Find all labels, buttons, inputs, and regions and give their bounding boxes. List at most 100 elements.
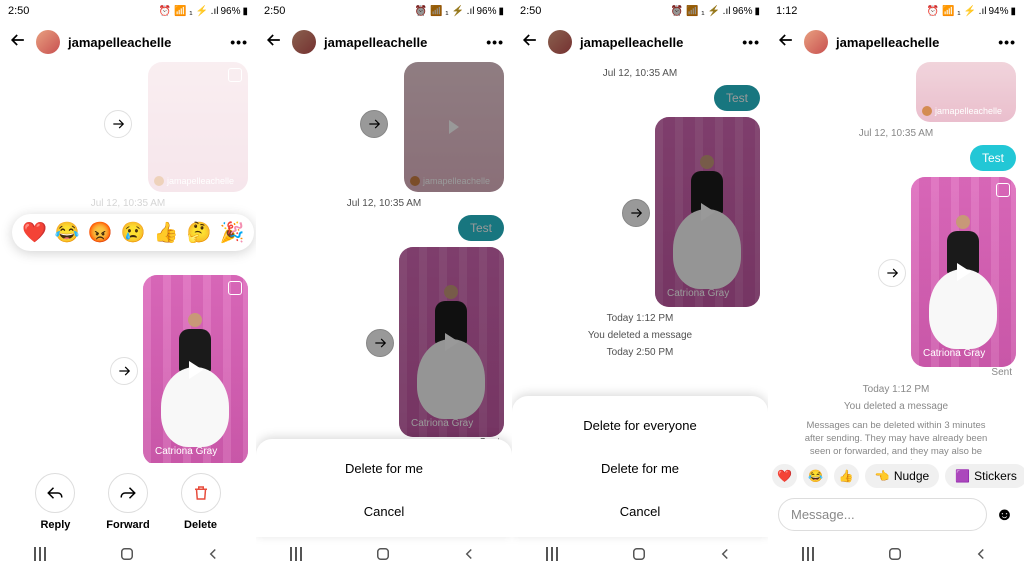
nav-back-icon[interactable] bbox=[716, 545, 734, 563]
qr-heart[interactable]: ❤️ bbox=[772, 464, 797, 488]
back-icon[interactable] bbox=[776, 30, 796, 55]
avatar[interactable] bbox=[36, 30, 60, 54]
share-icon bbox=[622, 199, 650, 227]
timestamp: Today 1:12 PM bbox=[776, 384, 1016, 395]
delete-for-everyone-button[interactable]: Delete for everyone bbox=[512, 404, 768, 447]
status-time: 2:50 bbox=[8, 5, 29, 17]
nav-back-icon[interactable] bbox=[972, 545, 990, 563]
video-message: Catriona Gray bbox=[399, 247, 504, 437]
chat-area: jamapelleachelle Jul 12, 10:35 AM ❤️ 😂 😡… bbox=[0, 62, 256, 463]
share-icon bbox=[366, 329, 394, 357]
system-nav bbox=[768, 537, 1024, 571]
nav-home-icon[interactable] bbox=[630, 545, 648, 563]
video-message[interactable]: Catriona Gray bbox=[143, 275, 248, 463]
more-icon: ••• bbox=[742, 34, 760, 50]
nav-home-icon[interactable] bbox=[886, 545, 904, 563]
message-actions: Reply Forward Delete bbox=[0, 463, 256, 537]
reaction-heart[interactable]: ❤️ bbox=[22, 220, 47, 245]
share-icon[interactable] bbox=[110, 357, 138, 385]
message-bubble: Test bbox=[458, 215, 504, 241]
reaction-cry[interactable]: 😢 bbox=[121, 220, 146, 245]
message-input-row: Message... ☻ bbox=[768, 492, 1024, 537]
reaction-laugh[interactable]: 😂 bbox=[55, 220, 80, 245]
sent-label: Sent bbox=[776, 367, 1016, 378]
gallery-icon bbox=[228, 68, 242, 82]
quick-reactions-bar: ❤️ 😂 👍 👈 Nudge 🟪 Stickers bbox=[768, 460, 1024, 492]
reel-thumbnail[interactable]: jamapelleachelle bbox=[916, 62, 1016, 122]
status-time: 1:12 bbox=[776, 5, 797, 17]
forward-button[interactable]: Forward bbox=[106, 473, 149, 531]
qr-nudge[interactable]: 👈 Nudge bbox=[865, 464, 939, 488]
chat-header: jamapelleachelle ••• bbox=[512, 22, 768, 62]
nav-recents-icon[interactable] bbox=[546, 547, 562, 561]
reel-thumbnail[interactable]: jamapelleachelle bbox=[148, 62, 248, 192]
screen-delete-everyone: 2:50 ⏰ 📶 ₁ ⚡ .ıl 96% ▮ jamapelleachelle … bbox=[512, 0, 768, 571]
chat-header: jamapelleachelle ••• bbox=[768, 22, 1024, 62]
back-icon bbox=[520, 30, 540, 55]
qr-thumbs[interactable]: 👍 bbox=[834, 464, 859, 488]
avatar bbox=[548, 30, 572, 54]
nav-home-icon[interactable] bbox=[118, 545, 136, 563]
system-nav bbox=[512, 537, 768, 571]
delete-button[interactable]: Delete bbox=[181, 473, 221, 531]
delete-sheet: Delete for me Cancel bbox=[256, 439, 512, 537]
more-icon[interactable]: ••• bbox=[998, 34, 1016, 50]
status-bar: 2:50 ⏰ 📶 ₁ ⚡ .ıl 96% ▮ bbox=[0, 0, 256, 22]
reaction-angry[interactable]: 😡 bbox=[88, 220, 113, 245]
chat-area: jamapelleachelle Jul 12, 10:35 AM Test C… bbox=[768, 62, 1024, 460]
reel-thumbnail: jamapelleachelle bbox=[404, 62, 504, 192]
video-tag: Catriona Gray bbox=[155, 446, 217, 457]
avatar[interactable] bbox=[804, 30, 828, 54]
video-tag: Catriona Gray bbox=[923, 348, 985, 359]
play-icon bbox=[189, 361, 203, 379]
more-icon[interactable]: ••• bbox=[230, 34, 248, 50]
reaction-thumbsup[interactable]: 👍 bbox=[154, 220, 179, 245]
avatar bbox=[292, 30, 316, 54]
nav-recents-icon[interactable] bbox=[802, 547, 818, 561]
chat-header: jamapelleachelle ••• bbox=[0, 22, 256, 62]
status-bar: 1:12 ⏰ 📶 ₁ ⚡ .ıl 94% ▮ bbox=[768, 0, 1024, 22]
back-icon bbox=[264, 30, 284, 55]
nav-home-icon[interactable] bbox=[374, 545, 392, 563]
status-icons: ⏰ 📶 ₁ ⚡ .ıl 96% ▮ bbox=[159, 6, 248, 17]
share-icon[interactable] bbox=[104, 110, 132, 138]
cancel-button[interactable]: Cancel bbox=[256, 490, 512, 533]
delete-for-me-button[interactable]: Delete for me bbox=[512, 447, 768, 490]
gallery-icon bbox=[228, 281, 242, 295]
message-bubble: Test bbox=[714, 85, 760, 111]
nav-recents-icon[interactable] bbox=[34, 547, 50, 561]
share-icon bbox=[360, 110, 388, 138]
reel-user-tag: jamapelleachelle bbox=[167, 176, 234, 186]
emoji-icon[interactable]: ☻ bbox=[995, 504, 1014, 525]
qr-laugh[interactable]: 😂 bbox=[803, 464, 828, 488]
system-nav bbox=[0, 537, 256, 571]
chat-username[interactable]: jamapelleachelle bbox=[68, 35, 222, 50]
screen-delete-me: 2:50 ⏰ 📶 ₁ ⚡ .ıl 96% ▮ jamapelleachelle … bbox=[256, 0, 512, 571]
status-bar: 2:50 ⏰ 📶 ₁ ⚡ .ıl 96% ▮ bbox=[256, 0, 512, 22]
message-input[interactable]: Message... bbox=[778, 498, 987, 531]
cancel-button[interactable]: Cancel bbox=[512, 490, 768, 533]
system-nav bbox=[256, 537, 512, 571]
more-icon: ••• bbox=[486, 34, 504, 50]
reaction-picker[interactable]: ❤️ 😂 😡 😢 👍 🤔 🎉 bbox=[12, 214, 254, 251]
delete-sheet: Delete for everyone Delete for me Cancel bbox=[512, 396, 768, 537]
screen-reactions: 2:50 ⏰ 📶 ₁ ⚡ .ıl 96% ▮ jamapelleachelle … bbox=[0, 0, 256, 571]
share-icon[interactable] bbox=[878, 259, 906, 287]
message-bubble[interactable]: Test bbox=[970, 145, 1016, 171]
back-icon[interactable] bbox=[8, 30, 28, 55]
nav-back-icon[interactable] bbox=[204, 545, 222, 563]
reply-button[interactable]: Reply bbox=[35, 473, 75, 531]
delete-for-me-button[interactable]: Delete for me bbox=[256, 447, 512, 490]
video-message[interactable]: Catriona Gray bbox=[911, 177, 1016, 367]
reaction-thinking[interactable]: 🤔 bbox=[187, 220, 212, 245]
screen-after-delete: 1:12 ⏰ 📶 ₁ ⚡ .ıl 94% ▮ jamapelleachelle … bbox=[768, 0, 1024, 571]
status-bar: 2:50 ⏰ 📶 ₁ ⚡ .ıl 96% ▮ bbox=[512, 0, 768, 22]
nav-back-icon[interactable] bbox=[460, 545, 478, 563]
deleted-notice: You deleted a message bbox=[776, 401, 1016, 412]
gallery-icon bbox=[996, 183, 1010, 197]
play-icon bbox=[957, 263, 971, 281]
nav-recents-icon[interactable] bbox=[290, 547, 306, 561]
chat-header: jamapelleachelle ••• bbox=[256, 22, 512, 62]
reaction-party[interactable]: 🎉 bbox=[219, 220, 244, 245]
qr-stickers[interactable]: 🟪 Stickers bbox=[945, 464, 1024, 488]
